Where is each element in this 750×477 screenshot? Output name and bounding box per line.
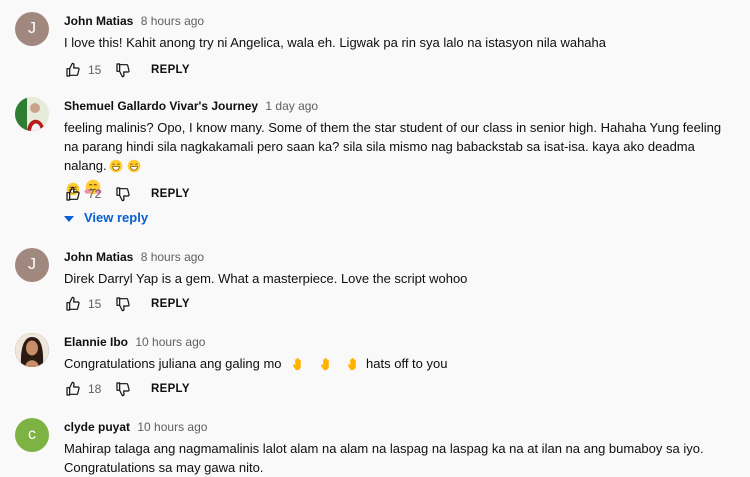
comment-header: Elannie Ibo 10 hours ago [64,334,736,350]
comment-actions: 15 REPLY [64,294,190,314]
comment-timestamp[interactable]: 10 hours ago [135,335,205,349]
thumb-down-icon[interactable] [114,185,132,203]
comment-header: John Matias 8 hours ago [64,249,736,265]
waving-hand-emoji [291,357,305,376]
comment-timestamp[interactable]: 10 hours ago [137,420,207,434]
comment-header: John Matias 8 hours ago [64,13,736,29]
comment-text: Congratulations juliana ang galing mo ha… [64,354,736,376]
avatar[interactable]: J [15,12,49,46]
comment-body: Elannie Ibo 10 hours ago Congratulations… [64,334,736,397]
view-replies-label: View reply [84,210,149,225]
thumb-up-icon[interactable] [64,380,82,398]
avatar[interactable] [15,97,49,131]
author-name[interactable]: Elannie Ibo [64,335,128,349]
waving-hand-emoji [346,357,360,376]
comment-text-part: hats off to you [366,356,448,371]
avatar[interactable]: c [15,418,49,452]
author-name[interactable]: John Matias [64,14,133,28]
caret-down-icon [64,210,74,225]
comment-header: Shemuel Gallardo Vivar's Journey 1 day a… [64,98,736,114]
like-count: 18 [88,382,102,396]
thumb-down-icon[interactable] [114,61,132,79]
like-count: 15 [88,297,102,311]
thumb-up-icon[interactable] [64,295,82,313]
author-name[interactable]: John Matias [64,250,133,264]
comments-section: J John Matias 8 hours ago I love this! K… [0,0,750,475]
author-name[interactable]: clyde puyat [64,420,130,434]
avatar[interactable]: J [15,248,49,282]
comment-timestamp[interactable]: 8 hours ago [141,14,204,28]
avatar[interactable] [15,333,49,367]
reply-button[interactable]: REPLY [151,188,190,200]
comment-text-content: feeling malinis? Opo, I know many. Some … [64,120,722,173]
comment-timestamp[interactable]: 8 hours ago [141,250,204,264]
comment-actions: 15 REPLY [64,60,190,80]
comment-text: Direk Darryl Yap is a gem. What a master… [64,271,468,286]
comment-actions: 18 REPLY [64,379,190,399]
comment-body: John Matias 8 hours ago Direk Darryl Yap… [64,249,736,312]
reply-button[interactable]: REPLY [151,64,190,76]
view-replies-button[interactable]: View reply [64,210,148,225]
author-name[interactable]: Shemuel Gallardo Vivar's Journey [64,99,258,113]
comment-actions: 72 REPLY [64,184,190,204]
thumb-down-icon[interactable] [114,380,132,398]
comment-text-part: Congratulations juliana ang galing mo [64,356,282,371]
comment-body: clyde puyat 10 hours ago Mahirap talaga … [64,419,736,477]
comment-body: John Matias 8 hours ago I love this! Kah… [64,13,736,78]
like-count: 15 [88,63,102,77]
waving-hand-emoji [319,357,333,376]
comment-header: clyde puyat 10 hours ago [64,419,736,435]
thumb-up-icon[interactable] [64,185,82,203]
reply-button[interactable]: REPLY [151,383,190,395]
comment-body: Shemuel Gallardo Vivar's Journey 1 day a… [64,98,736,225]
thumb-up-icon[interactable] [64,61,82,79]
comment-timestamp[interactable]: 1 day ago [265,99,318,113]
reply-button[interactable]: REPLY [151,298,190,310]
thumb-down-icon[interactable] [114,295,132,313]
comment-text: Mahirap talaga ang nagmamalinis lalot al… [64,441,704,475]
like-count: 72 [88,187,102,201]
comment-text: I love this! Kahit anong try ni Angelica… [64,35,606,50]
grinning-emoji [127,159,141,178]
grinning-emoji [109,159,123,178]
